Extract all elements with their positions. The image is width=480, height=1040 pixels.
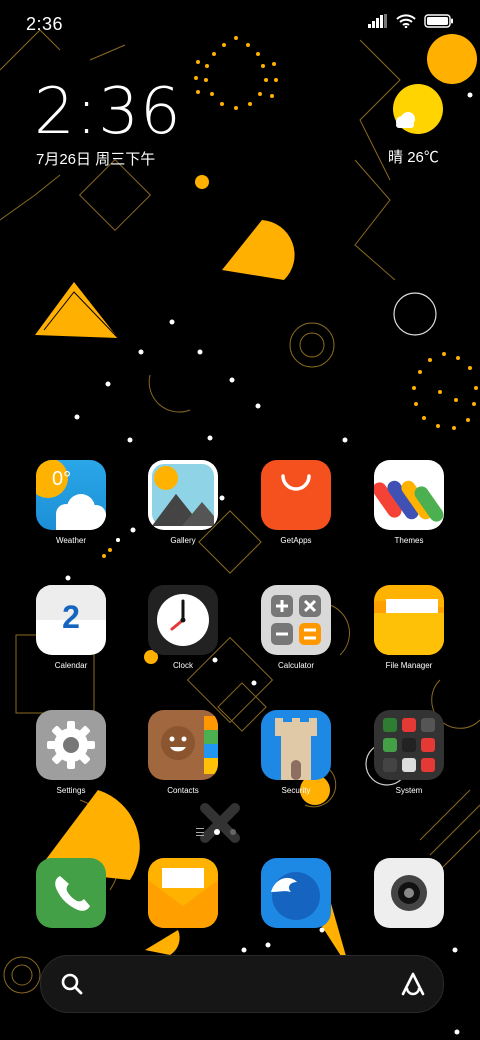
app-getapps[interactable]: GetApps — [251, 460, 341, 545]
status-time: 2:36 — [26, 14, 64, 34]
search-icon[interactable] — [59, 971, 85, 1002]
dock-camera[interactable] — [364, 858, 454, 928]
app-weather[interactable]: 0° Weather — [26, 460, 116, 545]
app-label: Calculator — [277, 661, 314, 670]
app-label: Security — [281, 786, 311, 795]
phone-icon — [36, 858, 106, 928]
clock-time: 2:36 — [34, 75, 182, 149]
app-label: Settings — [56, 786, 86, 795]
app-system-folder[interactable]: System — [364, 710, 454, 795]
weather-temperature: 26℃ — [407, 149, 439, 166]
themes-icon — [374, 460, 444, 530]
system-folder-icon — [374, 710, 444, 780]
calculator-icon — [261, 585, 331, 655]
getapps-icon — [261, 460, 331, 530]
clock-widget[interactable]: 2:36 7月26日 周三下午 — [34, 80, 182, 169]
weather-text: 晴 26℃ — [388, 146, 439, 167]
weather-condition: 晴 — [388, 149, 404, 166]
clock-date: 7月26日 周三下午 — [36, 151, 156, 168]
browser-icon — [261, 858, 331, 928]
gear-icon — [36, 710, 106, 780]
clock-icon — [148, 585, 218, 655]
dock-browser[interactable] — [251, 858, 341, 928]
page-dot — [230, 829, 236, 835]
dock-messages[interactable] — [138, 858, 228, 928]
app-label: Gallery — [170, 536, 196, 545]
app-settings[interactable]: Settings — [26, 710, 116, 795]
dock-phone[interactable] — [26, 858, 116, 928]
search-bar[interactable] — [40, 955, 444, 1013]
contacts-icon — [148, 710, 218, 780]
folder-icon — [374, 585, 444, 655]
app-security[interactable]: Security — [251, 710, 341, 795]
weather-icon: 0° — [36, 460, 106, 530]
app-calculator[interactable]: Calculator — [251, 585, 341, 670]
messages-icon — [148, 858, 218, 928]
calendar-icon: 2 — [36, 585, 106, 655]
app-label: Weather — [55, 536, 87, 545]
wifi-icon — [396, 14, 416, 33]
status-bar: 2:36 — [0, 0, 480, 50]
app-label: GetApps — [280, 536, 312, 545]
app-themes[interactable]: Themes — [364, 460, 454, 545]
app-clock[interactable]: Clock — [138, 585, 228, 670]
page-dot-active — [214, 829, 220, 835]
app-label: Contacts — [167, 786, 199, 795]
app-label: Themes — [394, 536, 424, 545]
security-icon — [261, 710, 331, 780]
calendar-day: 2 — [62, 599, 80, 635]
sun-cloud-icon — [393, 84, 443, 134]
app-contacts[interactable]: Contacts — [138, 710, 228, 795]
signal-icon — [368, 14, 388, 33]
menu-lines-icon — [196, 828, 204, 836]
app-label: Clock — [172, 661, 193, 670]
app-label: File Manager — [385, 661, 433, 670]
assistant-icon[interactable] — [399, 970, 427, 1003]
app-label: Calendar — [54, 661, 88, 670]
app-gallery[interactable]: Gallery — [138, 460, 228, 545]
app-label: System — [395, 786, 423, 795]
battery-icon — [424, 14, 454, 33]
page-indicator[interactable] — [196, 828, 236, 836]
status-icons — [368, 14, 454, 33]
gallery-icon — [148, 460, 218, 530]
app-file-manager[interactable]: File Manager — [364, 585, 454, 670]
app-calendar[interactable]: 2 Calendar — [26, 585, 116, 670]
weather-temp: 0° — [52, 468, 72, 490]
camera-icon — [374, 858, 444, 928]
weather-widget[interactable]: 晴 26℃ — [386, 84, 446, 174]
